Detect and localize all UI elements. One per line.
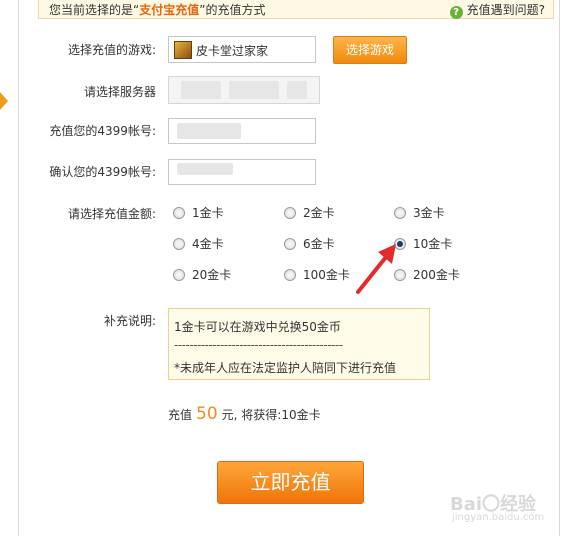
game-name: 皮卡堂过家家 xyxy=(196,44,269,58)
amount-option-selected[interactable]: 10金卡 xyxy=(394,235,452,252)
payment-method-name: 支付宝充值 xyxy=(139,3,200,17)
server-select[interactable] xyxy=(168,76,320,104)
amount-option[interactable]: 6金卡 xyxy=(284,235,335,252)
amount-label: 请选择充值金额: xyxy=(67,207,156,221)
recharge-now-button[interactable]: 立即充值 xyxy=(217,461,364,504)
amount-option[interactable]: 2金卡 xyxy=(284,204,335,221)
radio-icon xyxy=(173,207,185,219)
amount-option[interactable]: 4金卡 xyxy=(173,235,224,252)
radio-icon xyxy=(394,207,406,219)
help-icon: ? xyxy=(449,6,463,19)
outer-left-margin xyxy=(0,0,16,536)
amount-option[interactable]: 200金卡 xyxy=(394,266,460,283)
choose-game-button[interactable]: 选择游戏 xyxy=(333,36,407,64)
amount-option[interactable]: 3金卡 xyxy=(394,204,445,221)
game-thumbnail-icon xyxy=(174,41,192,59)
radio-icon xyxy=(284,238,296,250)
account-input[interactable] xyxy=(168,118,316,144)
note-separator: ----------------------------------------… xyxy=(174,338,343,352)
game-label: 选择充值的游戏: xyxy=(67,43,156,57)
radio-icon xyxy=(284,207,296,219)
help-link[interactable]: ? 充值遇到问题? xyxy=(449,1,545,19)
annotation-arrow-icon xyxy=(356,244,396,294)
watermark-url: jingyan.baidu.com xyxy=(452,512,545,523)
confirm-account-label: 确认您的4399帐号: xyxy=(49,165,156,179)
left-arrow-icon xyxy=(0,92,8,110)
radio-icon xyxy=(173,238,185,250)
payment-method-text: 您当前选择的是“支付宝充值”的充值方式 xyxy=(49,3,266,17)
recharge-summary: 充值 50 元, 将获得:10金卡 xyxy=(168,404,321,424)
note-label: 补充说明: xyxy=(103,314,156,328)
account-label: 充值您的4399帐号: xyxy=(49,124,156,138)
note-line: 1金卡可以在游戏中兑换50金币 xyxy=(174,320,341,334)
summary-amount: 50 xyxy=(196,404,218,424)
amount-option[interactable]: 100金卡 xyxy=(284,266,350,283)
confirm-account-input[interactable] xyxy=(168,159,316,185)
game-field[interactable]: 皮卡堂过家家 xyxy=(168,36,316,63)
amount-option[interactable]: 20金卡 xyxy=(173,266,231,283)
payment-method-bar: 您当前选择的是“支付宝充值”的充值方式 ? 充值遇到问题? xyxy=(38,0,554,19)
server-label: 请选择服务器 xyxy=(83,85,156,99)
note-box: 1金卡可以在游戏中兑换50金币 ------------------------… xyxy=(168,308,430,380)
radio-icon xyxy=(173,269,185,281)
amount-option[interactable]: 1金卡 xyxy=(173,204,224,221)
help-link-label: 充值遇到问题? xyxy=(466,3,545,17)
note-line: *未成年人应在法定监护人陪同下进行充值 xyxy=(174,361,397,375)
radio-icon xyxy=(284,269,296,281)
